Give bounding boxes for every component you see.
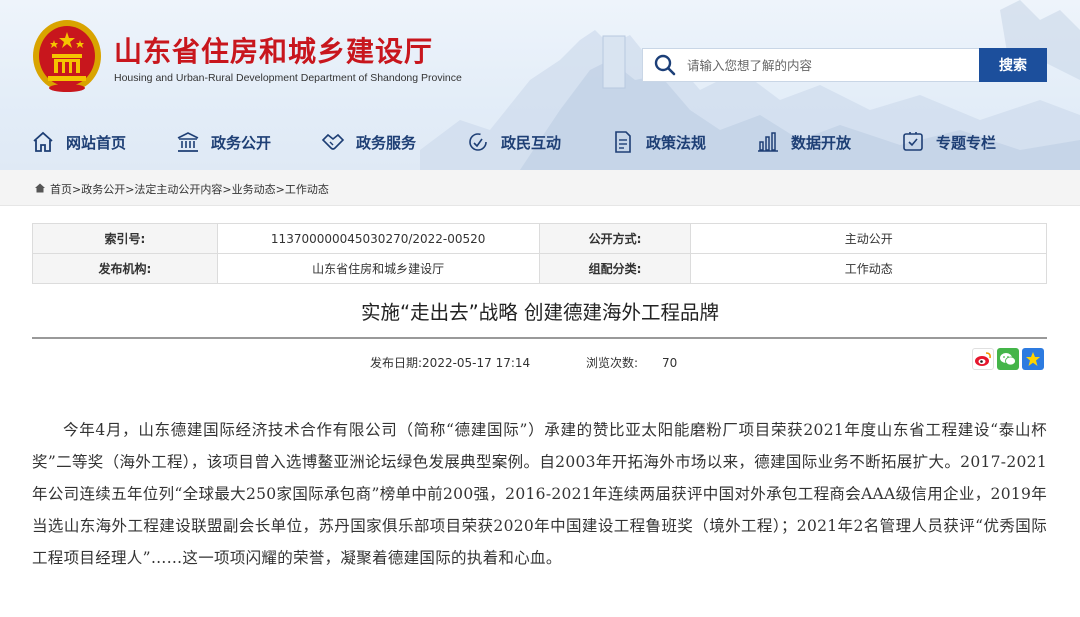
nav-label-government-affairs: 政务公开 [211,133,272,152]
meta-row: 索引号: 113700000045030270/2022-00520 公开方式:… [32,223,1047,254]
publisher-label: 发布机构: [32,253,218,284]
wechat-icon[interactable] [997,348,1019,370]
publisher-value: 山东省住房和城乡建设厅 [216,253,540,284]
nav-label-special-topics: 专题专栏 [936,133,997,152]
nav-label-policies-regulations: 政策法规 [646,133,707,152]
publish-date-value: 2022-05-17 17:14 [422,356,531,370]
handshake-icon [320,129,346,155]
bar-chart-icon [755,129,781,155]
national-emblem-logo [33,20,101,92]
open-mode-label: 公开方式: [538,223,692,254]
title-divider [32,337,1047,339]
index-number-label: 索引号: [32,223,218,254]
site-header: 山东省住房和城乡建设厅 Housing and Urban-Rural Deve… [0,0,1080,170]
open-mode-value: 主动公开 [690,223,1047,254]
view-count: 浏览次数: 70 [586,354,677,371]
breadcrumb-home-icon[interactable] [34,182,46,197]
nav-label-open-data: 数据开放 [791,133,852,152]
nav-item-policies-regulations[interactable]: 政策法规 [610,122,706,162]
nav-label-government-services: 政务服务 [356,133,417,152]
nav-label-home: 网站首页 [66,133,127,152]
publish-date-label: 发布日期: [370,356,423,370]
site-title: 山东省住房和城乡建设厅 [114,35,434,68]
favorite-star-icon[interactable] [1022,348,1044,370]
search-button[interactable]: 搜索 [979,48,1047,82]
nav-item-home[interactable]: 网站首页 [30,122,126,162]
topic-icon [900,129,926,155]
weibo-icon[interactable] [972,348,994,370]
nav-item-open-data[interactable]: 数据开放 [755,122,851,162]
government-building-icon [175,129,201,155]
nav-item-government-affairs[interactable]: 政务公开 [175,122,271,162]
article-meta-table: 索引号: 113700000045030270/2022-00520 公开方式:… [32,223,1047,284]
document-icon [610,129,636,155]
nav-item-special-topics[interactable]: 专题专栏 [900,122,996,162]
article-body: 今年4月，山东德建国际经济技术合作有限公司（简称“德建国际”）承建的赞比亚太阳能… [32,421,1047,567]
nav-item-public-interaction[interactable]: 政民互动 [465,122,561,162]
breadcrumb-text[interactable]: 首页>政务公开>法定主动公开内容>业务动态>工作动态 [50,181,329,197]
view-count-label: 浏览次数: [586,356,639,370]
publish-date: 发布日期:2022-05-17 17:14 [370,354,530,371]
article-title: 实施“走出去”战略 创建德建海外工程品牌 [361,301,719,324]
meta-row: 发布机构: 山东省住房和城乡建设厅 组配分类: 工作动态 [32,253,1047,284]
site-subtitle: Housing and Urban-Rural Development Depa… [114,72,462,84]
share-bar [972,348,1044,370]
search-icon [643,49,687,81]
breadcrumb-bar: 首页>政务公开>法定主动公开内容>业务动态>工作动态 [0,170,1080,206]
search-input[interactable] [687,50,967,80]
interaction-icon [465,129,491,155]
index-number-value: 113700000045030270/2022-00520 [216,223,540,254]
nav-item-government-services[interactable]: 政务服务 [320,122,416,162]
home-icon [30,129,56,155]
search-box [642,48,980,82]
view-count-value: 70 [662,356,678,370]
breadcrumb: 首页>政务公开>法定主动公开内容>业务动态>工作动态 [34,181,329,197]
category-label: 组配分类: [538,253,692,284]
category-value: 工作动态 [690,253,1047,284]
nav-label-public-interaction: 政民互动 [501,133,562,152]
main-nav: 网站首页 政务公开 政务服务 政民互动 政策法规 数据开放 专题专栏 [0,122,1080,162]
